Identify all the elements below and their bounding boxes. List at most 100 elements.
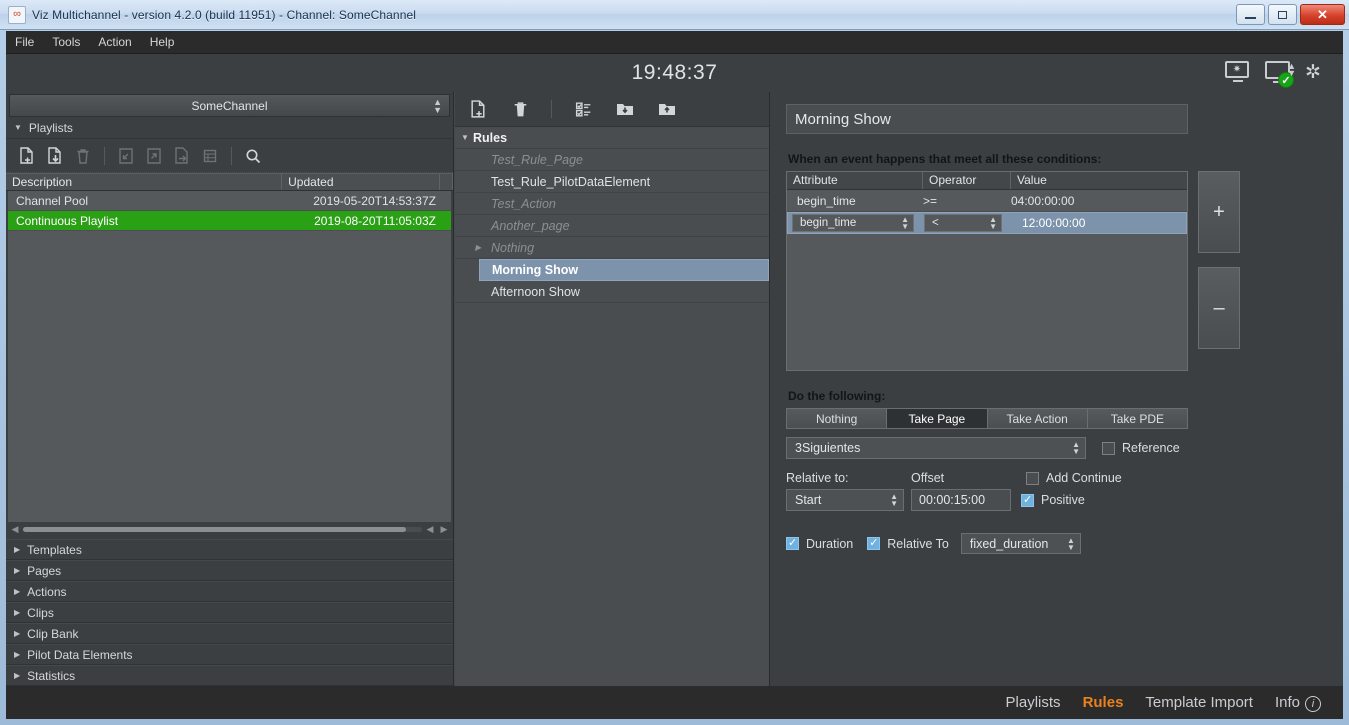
rule-item-test-rule-pilotdataelement[interactable]: Test_Rule_PilotDataElement (455, 171, 769, 193)
new-playlist-icon[interactable] (14, 143, 40, 169)
condition-row-1[interactable]: begin_time >= 04:00:00:00 (787, 190, 1187, 212)
chevron-right-icon[interactable]: ▶ (475, 243, 481, 252)
maximize-icon (1278, 11, 1287, 19)
menu-item-tools[interactable]: Tools (43, 32, 89, 52)
column-header-description[interactable]: Description (6, 174, 282, 190)
condition-attribute: begin_time (787, 194, 923, 208)
channel-selector-label: SomeChannel (191, 99, 267, 113)
footer-link-info[interactable]: Infoi (1275, 694, 1321, 712)
rule-item-afternoon-show[interactable]: Afternoon Show (455, 281, 769, 303)
reference-checkbox-group[interactable]: Reference (1102, 441, 1180, 455)
duration-checkbox-group[interactable]: Duration (786, 537, 853, 551)
footer-link-playlists[interactable]: Playlists (1006, 694, 1061, 711)
search-icon[interactable] (240, 143, 266, 169)
column-header-operator[interactable]: Operator (923, 172, 1011, 189)
report-icon (197, 143, 223, 169)
chevron-right-icon: ▶ (14, 629, 20, 638)
remove-condition-button[interactable]: – (1198, 267, 1240, 349)
relative-to-checkbox-group[interactable]: Relative To (867, 537, 949, 551)
column-header-value[interactable]: Value (1011, 172, 1187, 189)
import-folder-icon[interactable] (612, 96, 638, 122)
positive-checkbox[interactable] (1021, 494, 1034, 507)
condition-operator-select[interactable]: < ▲▼ (924, 214, 1002, 232)
accordion-item-clip-bank[interactable]: ▶Clip Bank (6, 623, 453, 644)
rule-item-another-page[interactable]: Another_page (455, 215, 769, 237)
rule-item-nothing[interactable]: ▶ Nothing (455, 237, 769, 259)
rule-name-input[interactable]: Morning Show (786, 104, 1188, 134)
monitor-status-ok-icon[interactable]: ✓ ▲▼ (1265, 61, 1291, 85)
accordion-item-templates[interactable]: ▶Templates (6, 539, 453, 560)
menu-item-help[interactable]: Help (141, 32, 184, 52)
accordion-label: Pilot Data Elements (27, 648, 132, 662)
tab-nothing[interactable]: Nothing (787, 409, 887, 428)
accordion-item-actions[interactable]: ▶Actions (6, 581, 453, 602)
duration-checkbox[interactable] (786, 537, 799, 550)
rules-tree[interactable]: ▼ Rules Test_Rule_Page Test_Rule_PilotDa… (455, 127, 769, 686)
condition-attribute-value: begin_time (800, 217, 856, 229)
new-rule-icon[interactable] (465, 96, 491, 122)
condition-row-2[interactable]: begin_time ▲▼ < ▲▼ 12:00:00:00 (787, 212, 1187, 234)
window-title: Viz Multichannel - version 4.2.0 (build … (32, 8, 416, 22)
import-playlist-icon[interactable] (42, 143, 68, 169)
add-condition-button[interactable]: + (1198, 171, 1240, 253)
scrollbar-track[interactable] (23, 527, 422, 532)
header-bar: 19:48:37 ✷ ✓ ▲▼ ✲ (6, 54, 1343, 92)
scrollbar-thumb[interactable] (23, 527, 406, 532)
relative-to-checkbox[interactable] (867, 537, 880, 550)
playlist-row-continuous-playlist[interactable]: Continuous Playlist 2019-08-20T11:05:03Z (8, 211, 451, 231)
maximize-button[interactable] (1268, 4, 1297, 25)
offset-input[interactable]: 00:00:15:00 (911, 489, 1011, 511)
column-header-updated[interactable]: Updated (282, 174, 440, 190)
chevron-right-icon: ▶ (14, 671, 20, 680)
playlist-row-channel-pool[interactable]: Channel Pool 2019-05-20T14:53:37Z (8, 191, 451, 211)
conditions-table-header: Attribute Operator Value (787, 172, 1187, 190)
save-as-icon (169, 143, 195, 169)
monitor-spinner-icon[interactable]: ▲▼ (1287, 63, 1296, 77)
rules-tree-root[interactable]: ▼ Rules (455, 127, 769, 149)
accordion-item-pilot-data-elements[interactable]: ▶Pilot Data Elements (6, 644, 453, 665)
export-folder-icon[interactable] (654, 96, 680, 122)
reference-checkbox[interactable] (1102, 442, 1115, 455)
add-continue-checkbox[interactable] (1026, 472, 1039, 485)
accordion-item-clips[interactable]: ▶Clips (6, 602, 453, 623)
rules-tree-root-label: Rules (473, 131, 507, 145)
channel-selector[interactable]: SomeChannel ▲▼ (9, 94, 450, 117)
scroll-left-arrow-2[interactable]: ◀ (424, 524, 436, 535)
footer-link-template-import[interactable]: Template Import (1145, 694, 1253, 711)
duration-select[interactable]: fixed_duration ▲▼ (961, 533, 1081, 554)
conditions-table[interactable]: Attribute Operator Value begin_time >= 0… (786, 171, 1188, 371)
monitor-settings-icon[interactable]: ✷ (1225, 61, 1251, 85)
scroll-right-icon[interactable]: ▶ (438, 524, 450, 535)
menu-item-action[interactable]: Action (89, 32, 140, 52)
accordion-item-pages[interactable]: ▶Pages (6, 560, 453, 581)
gear-icon[interactable]: ✲ (1305, 61, 1331, 85)
column-header-attribute[interactable]: Attribute (787, 172, 923, 189)
window-controls: ✕ (1236, 4, 1345, 25)
relative-to-select[interactable]: Start ▲▼ (786, 489, 904, 511)
duration-select-value: fixed_duration (970, 537, 1049, 551)
rule-item-test-rule-page[interactable]: Test_Rule_Page (455, 149, 769, 171)
add-continue-checkbox-group[interactable]: Add Continue (1026, 471, 1122, 485)
horizontal-scrollbar[interactable]: ◀ ◀ ▶ (9, 522, 450, 537)
tab-take-action[interactable]: Take Action (988, 409, 1088, 428)
minimize-button[interactable] (1236, 4, 1265, 25)
page-select[interactable]: 3Siguientes ▲▼ (786, 437, 1086, 459)
checklist-icon[interactable] (570, 96, 596, 122)
accordion-item-statistics[interactable]: ▶Statistics (6, 665, 453, 686)
section-header-playlists[interactable]: ▼ Playlists (6, 117, 453, 139)
positive-checkbox-group[interactable]: Positive (1021, 493, 1085, 507)
delete-rule-icon[interactable] (507, 96, 533, 122)
tab-take-pde[interactable]: Take PDE (1088, 409, 1187, 428)
rule-item-morning-show[interactable]: Morning Show (479, 259, 769, 281)
playlists-list[interactable]: Channel Pool 2019-05-20T14:53:37Z Contin… (8, 191, 451, 522)
footer-link-rules[interactable]: Rules (1083, 694, 1124, 711)
menu-item-file[interactable]: File (6, 32, 43, 52)
condition-attribute-select[interactable]: begin_time ▲▼ (792, 214, 914, 232)
rule-item-test-action[interactable]: Test_Action (455, 193, 769, 215)
condition-value[interactable]: 12:00:00:00 (1012, 216, 1186, 230)
rule-item-label: Nothing (491, 241, 534, 255)
scroll-left-icon[interactable]: ◀ (9, 524, 21, 535)
close-button[interactable]: ✕ (1300, 4, 1345, 25)
chevron-updown-icon[interactable]: ▲▼ (433, 98, 442, 114)
tab-take-page[interactable]: Take Page (887, 409, 987, 428)
